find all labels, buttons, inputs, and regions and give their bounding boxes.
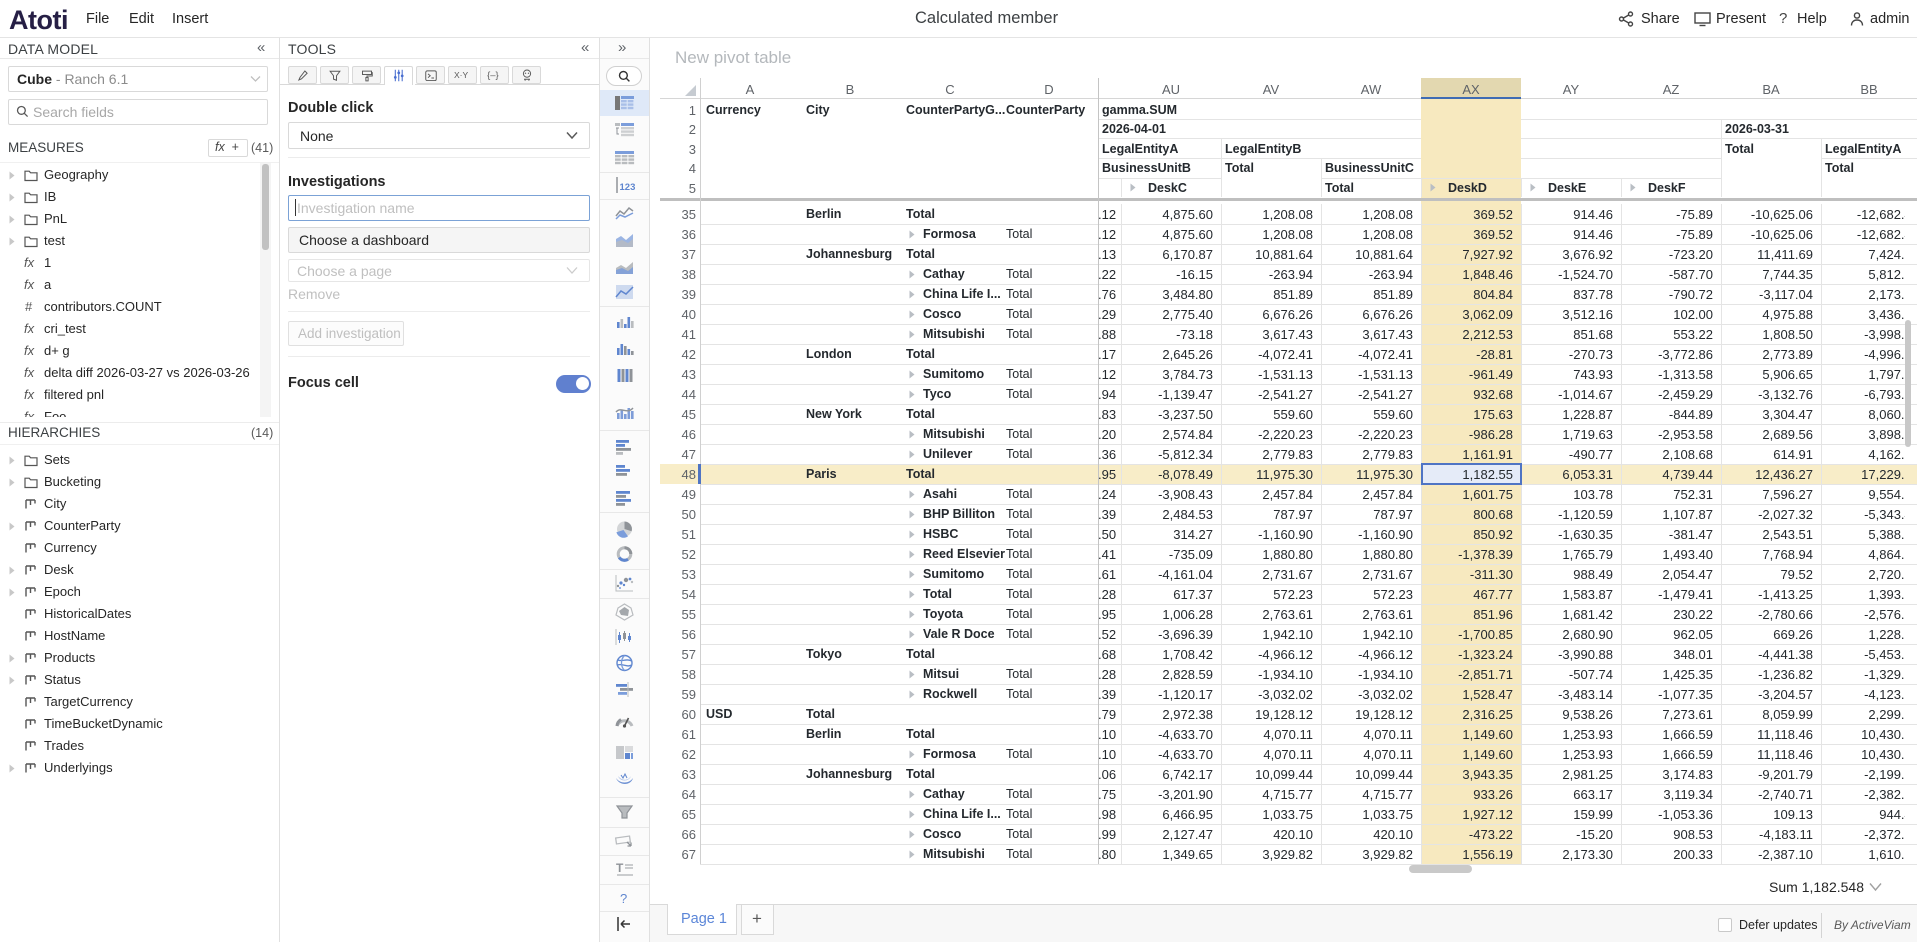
svg-text:123: 123: [620, 182, 636, 193]
svg-text:?: ?: [620, 891, 627, 906]
svg-text:T: T: [616, 861, 624, 875]
